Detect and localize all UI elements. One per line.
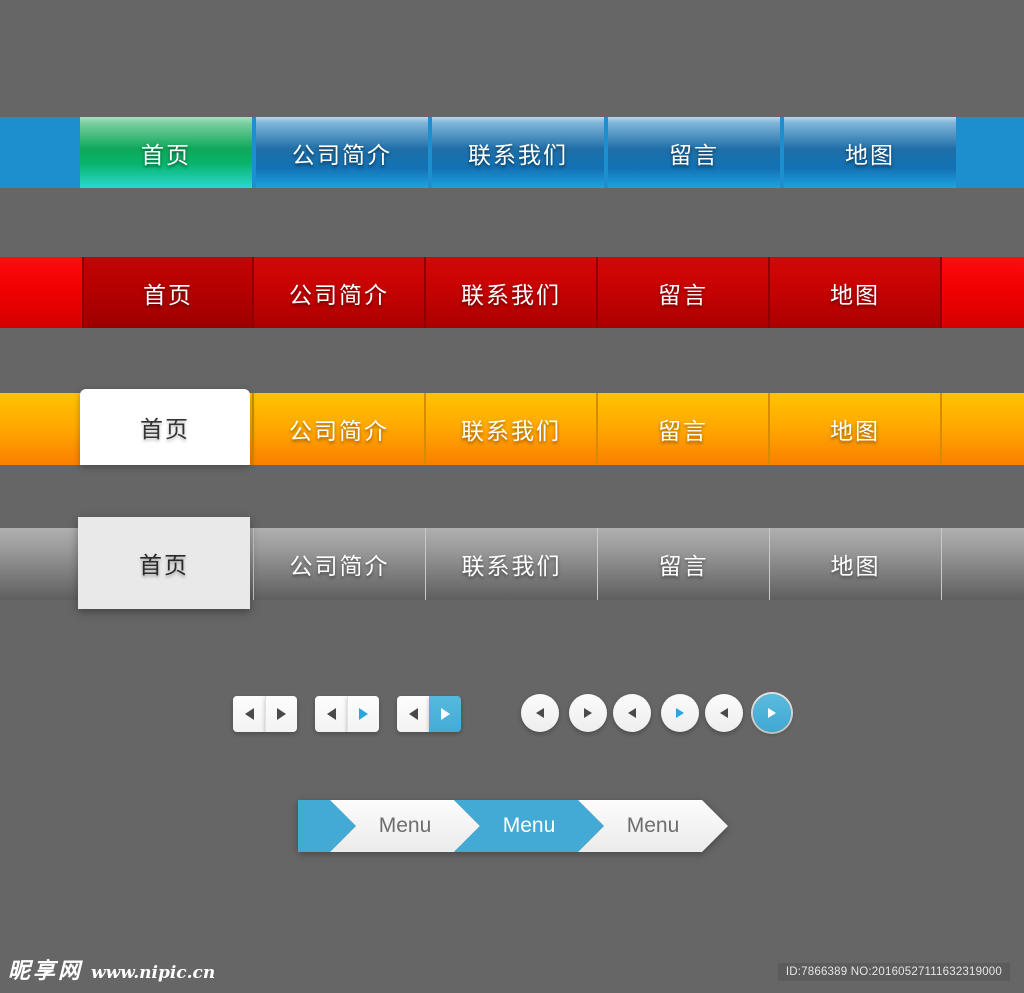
- arrow-right-icon: [584, 708, 592, 718]
- arrow-right-icon: [768, 708, 776, 718]
- nav-item-label: 公司简介: [289, 281, 389, 308]
- nav-item-label: 地图: [830, 553, 881, 579]
- breadcrumb-item-label: Menu: [378, 814, 432, 837]
- nav-item-home-gray[interactable]: 首页: [78, 517, 250, 609]
- arrow-right-icon: [440, 708, 450, 720]
- footer: 昵享网 www.nipic.cn ID:7866389 NO:201605271…: [0, 951, 1024, 993]
- next-button-round-2[interactable]: [661, 694, 699, 732]
- nav-item-contact-red[interactable]: 联系我们: [426, 257, 598, 328]
- nav-item-label: 联系我们: [461, 553, 562, 579]
- brand-url-text: www.nipic.cn: [91, 963, 216, 983]
- breadcrumb-item-label: Menu: [626, 814, 680, 837]
- breadcrumb-item-label: Menu: [502, 814, 556, 837]
- nav-item-home-blue[interactable]: 首页: [80, 117, 252, 188]
- nav-item-label: 留言: [658, 281, 708, 308]
- nav-item-label: 联系我们: [461, 418, 561, 444]
- arrow-left-icon: [326, 708, 336, 720]
- round-pager-group-2: [613, 694, 699, 732]
- next-button-square-1[interactable]: [265, 696, 297, 732]
- navbar-gray: 公司简介 联系我们 留言 地图 首页: [0, 517, 1024, 609]
- nav-item-label: 留言: [658, 418, 708, 444]
- site-brand: 昵享网 www.nipic.cn: [8, 953, 215, 985]
- nav-item-message-blue[interactable]: 留言: [608, 117, 780, 188]
- arrow-left-icon: [244, 708, 254, 720]
- square-pager-group-1: [233, 696, 297, 732]
- nav-item-map-orange[interactable]: 地图: [770, 393, 942, 465]
- nav-item-label: 留言: [669, 141, 719, 168]
- square-pager-group-3: [397, 696, 461, 732]
- navbar-orange: 公司简介 联系我们 留言 地图 首页: [0, 389, 1024, 465]
- brand-logo-text: 昵享网: [8, 959, 84, 984]
- nav-item-about-blue[interactable]: 公司简介: [256, 117, 428, 188]
- nav-item-label: 公司简介: [289, 418, 389, 444]
- page-canvas: 首页 公司简介 联系我们 留言 地图 首页 公司简介 联系我们 留言 地图 公司…: [0, 0, 1024, 993]
- prev-button-square-2[interactable]: [315, 696, 347, 732]
- arrow-right-icon: [359, 708, 368, 720]
- arrow-left-icon: [408, 708, 418, 720]
- nav-item-contact-gray[interactable]: 联系我们: [426, 528, 598, 600]
- arrow-right-icon: [676, 708, 684, 718]
- nav-item-label: 留言: [658, 553, 709, 579]
- nav-item-contact-blue[interactable]: 联系我们: [432, 117, 604, 188]
- round-pager-group-3: [705, 694, 791, 732]
- prev-button-square-3[interactable]: [397, 696, 429, 732]
- breadcrumb: Menu Menu Menu: [298, 800, 728, 852]
- round-pager-group-1: [521, 694, 607, 732]
- next-button-square-2[interactable]: [347, 696, 379, 732]
- nav-item-label: 公司简介: [289, 553, 390, 579]
- arrow-left-icon: [720, 708, 728, 718]
- nav-item-label: 地图: [830, 418, 880, 444]
- nav-item-label: 地图: [845, 141, 895, 168]
- prev-button-round-1[interactable]: [521, 694, 559, 732]
- nav-item-about-orange[interactable]: 公司简介: [254, 393, 426, 465]
- nav-item-map-blue[interactable]: 地图: [784, 117, 956, 188]
- prev-button-round-3[interactable]: [705, 694, 743, 732]
- prev-button-square-1[interactable]: [233, 696, 265, 732]
- nav-item-label: 公司简介: [292, 141, 392, 168]
- asset-id-badge: ID:7866389 NO:20160527111632319000: [777, 963, 1010, 981]
- nav-item-label: 首页: [143, 281, 193, 308]
- square-pager-group-2: [315, 696, 379, 732]
- next-button-square-3[interactable]: [429, 696, 461, 732]
- nav-item-label: 首页: [139, 552, 189, 578]
- arrow-left-icon: [628, 708, 636, 718]
- nav-item-label: 地图: [830, 281, 880, 308]
- arrow-left-icon: [536, 708, 544, 718]
- navbar-blue: 首页 公司简介 联系我们 留言 地图: [0, 117, 1024, 188]
- nav-item-map-gray[interactable]: 地图: [770, 528, 942, 600]
- nav-item-home-orange[interactable]: 首页: [80, 389, 250, 465]
- nav-item-message-gray[interactable]: 留言: [598, 528, 770, 600]
- nav-item-message-orange[interactable]: 留言: [598, 393, 770, 465]
- nav-item-home-red[interactable]: 首页: [82, 257, 254, 328]
- next-button-round-1[interactable]: [569, 694, 607, 732]
- next-button-round-3[interactable]: [753, 694, 791, 732]
- nav-item-about-gray[interactable]: 公司简介: [254, 528, 426, 600]
- nav-item-message-red[interactable]: 留言: [598, 257, 770, 328]
- arrow-right-icon: [277, 708, 286, 720]
- nav-item-map-red[interactable]: 地图: [770, 257, 942, 328]
- nav-item-contact-orange[interactable]: 联系我们: [426, 393, 598, 465]
- nav-item-label: 首页: [141, 141, 191, 168]
- prev-button-round-2[interactable]: [613, 694, 651, 732]
- navbar-red: 首页 公司简介 联系我们 留言 地图: [0, 257, 1024, 328]
- nav-item-label: 联系我们: [461, 281, 561, 308]
- nav-item-about-red[interactable]: 公司简介: [254, 257, 426, 328]
- nav-item-label: 首页: [140, 416, 190, 442]
- nav-item-label: 联系我们: [468, 141, 568, 168]
